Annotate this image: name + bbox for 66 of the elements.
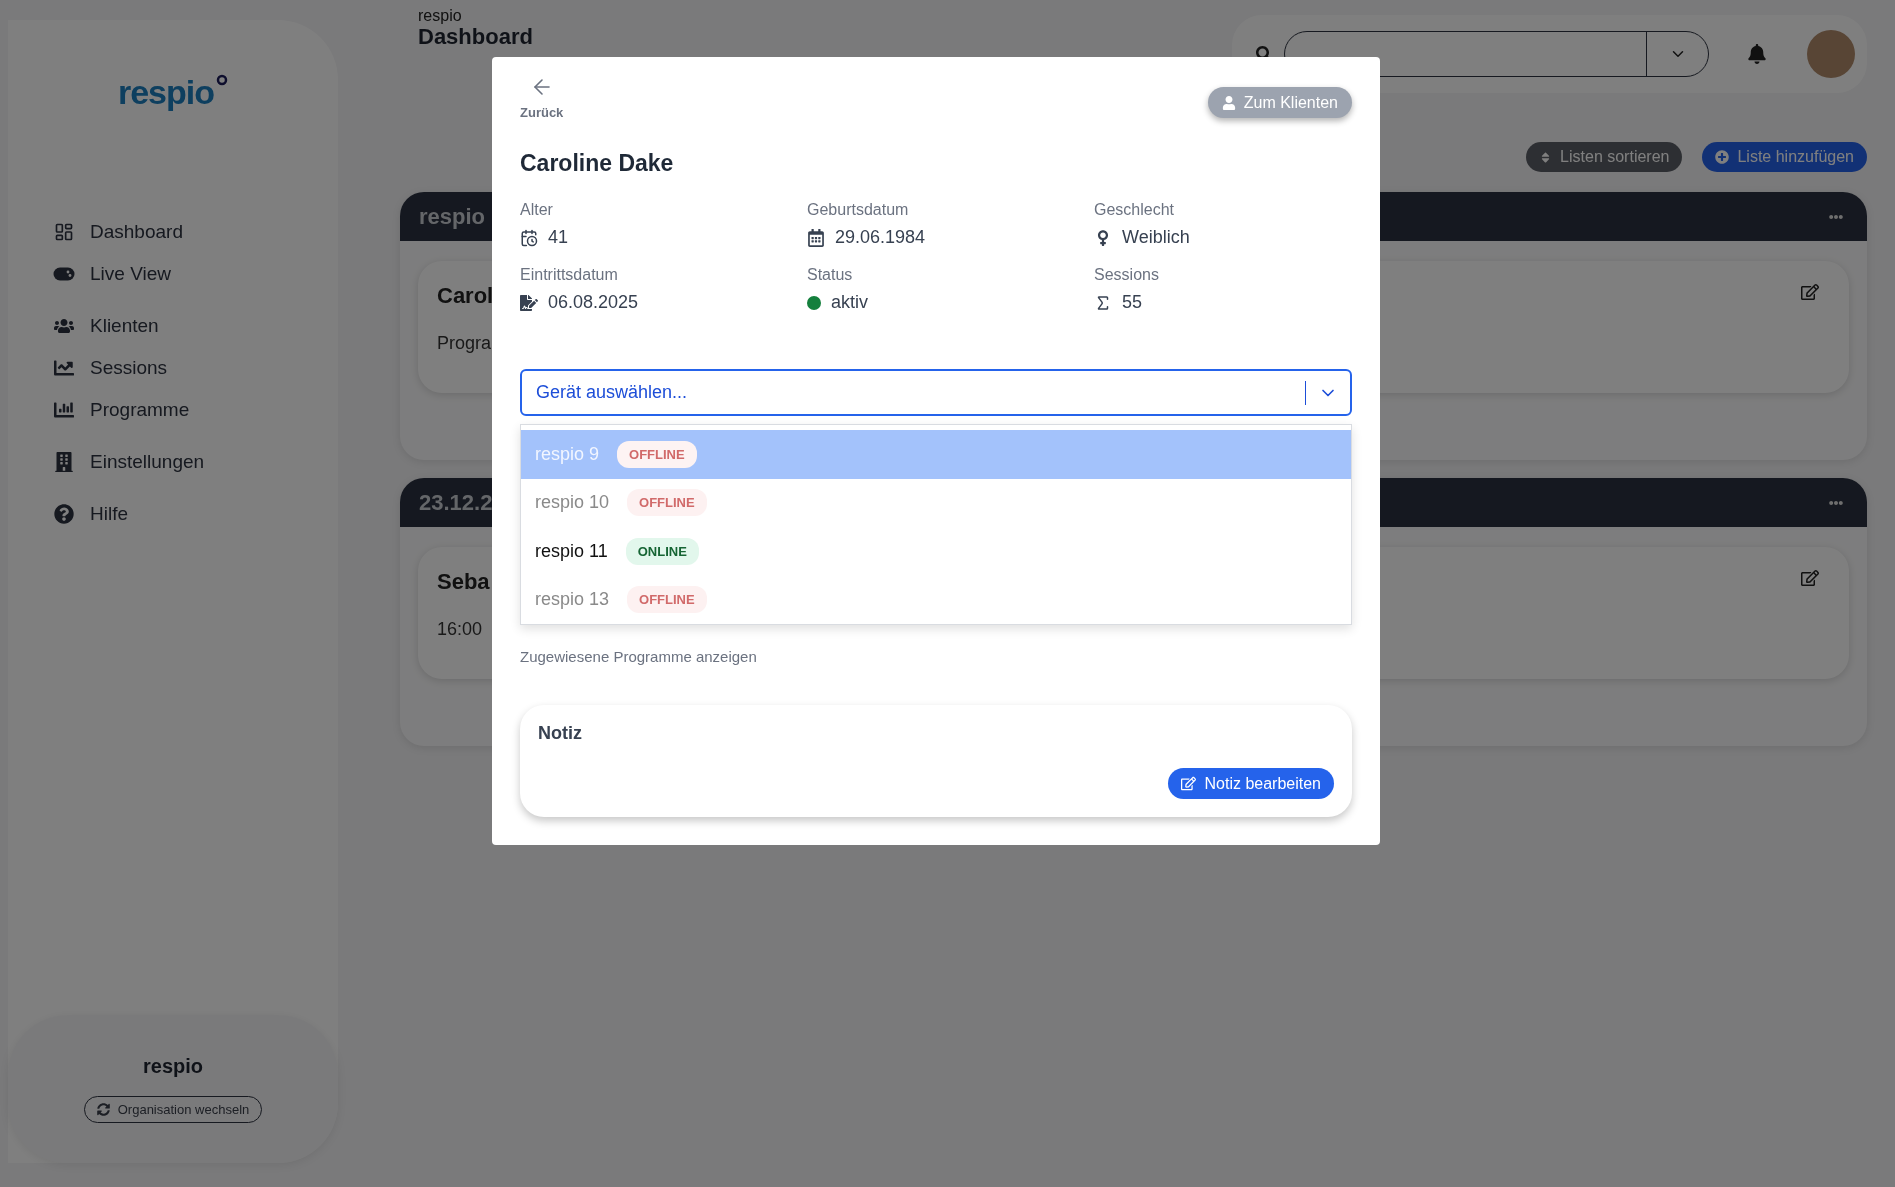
nav-item[interactable]: Hilfe [52, 497, 338, 531]
nav-icon [52, 452, 76, 472]
nav-item[interactable]: Sessions [52, 351, 338, 385]
edit-note-button[interactable]: Notiz bearbeiten [1168, 768, 1334, 799]
refresh-icon [96, 1103, 110, 1116]
device-option[interactable]: respio 11 ONLINE [521, 527, 1351, 576]
edit-icon[interactable] [1801, 283, 1819, 301]
logo: respio [117, 72, 214, 112]
organisation-name: respio [143, 1055, 203, 1078]
plus-icon [1715, 150, 1730, 164]
field-label: Geburtsdatum [807, 201, 910, 219]
device-name: respio 10 [535, 492, 610, 514]
client-name: Seba [437, 569, 490, 595]
bell-icon[interactable] [1747, 44, 1767, 64]
client-name: Caroline Dake [520, 150, 675, 177]
status-badge: OFFLINE [627, 586, 707, 614]
page-title: Dashboard [418, 25, 533, 49]
field-label: Eintrittsdatum [520, 266, 619, 284]
list-title: respio [419, 203, 486, 230]
field-icon [520, 293, 538, 312]
client-detail: 16:00 [437, 619, 484, 640]
field-value: aktiv [831, 292, 868, 313]
field-icon [520, 228, 538, 247]
device-option[interactable]: respio 13 OFFLINE [521, 575, 1351, 624]
client-detail: Progra [437, 333, 493, 354]
nav-item[interactable]: Live View [52, 257, 338, 291]
sort-lists-button[interactable]: Listen sortieren [1526, 142, 1683, 172]
status-badge: OFFLINE [627, 489, 707, 517]
device-select[interactable]: Gerät auswählen... [520, 369, 1352, 416]
device-name: respio 11 [535, 540, 608, 562]
edit-icon[interactable] [1801, 569, 1819, 587]
device-option[interactable]: respio 10 OFFLINE [521, 478, 1351, 527]
to-client-button[interactable]: Zum Klienten [1207, 87, 1352, 118]
field-value: 41 [548, 227, 569, 248]
client-name: Carol [437, 283, 494, 309]
field-label: Sessions [1094, 266, 1160, 284]
user-icon [1221, 95, 1236, 110]
device-name: respio 9 [535, 443, 600, 465]
nav-icon [52, 267, 76, 281]
device-name: respio 13 [535, 589, 610, 611]
field-label: Alter [520, 201, 554, 219]
nav-icon [52, 316, 76, 336]
nav-icon [52, 504, 76, 524]
note-title: Notiz [538, 723, 583, 744]
back-link[interactable]: Zurück [520, 75, 564, 120]
nav-item[interactable]: Dashboard [52, 215, 338, 249]
field-value: 55 [1122, 292, 1143, 313]
nav-item[interactable]: Programme [52, 393, 338, 427]
field-icon [807, 228, 825, 247]
device-option[interactable]: respio 9 OFFLINE [521, 430, 1351, 479]
add-list-button[interactable]: Liste hinzufügen [1702, 142, 1867, 172]
breadcrumb: respio [418, 7, 463, 25]
nav-icon [52, 400, 76, 420]
field-label: Status [807, 266, 854, 284]
field-value: 06.08.2025 [548, 292, 639, 313]
status-badge: OFFLINE [617, 440, 697, 468]
field-label: Geschlecht [1094, 201, 1176, 219]
programs-link[interactable]: Zugewiesene Programme anzeigen [520, 648, 1352, 665]
status-badge: ONLINE [625, 537, 699, 565]
field-value: 29.06.1984 [835, 227, 926, 248]
nav-item[interactable]: Einstellungen [52, 445, 338, 479]
nav-icon [52, 358, 76, 378]
list-title: 23.12.2 [419, 489, 493, 516]
field-value: Weiblich [1122, 227, 1190, 248]
nav-item[interactable]: Klienten [52, 309, 338, 343]
edit-icon [1181, 776, 1197, 791]
